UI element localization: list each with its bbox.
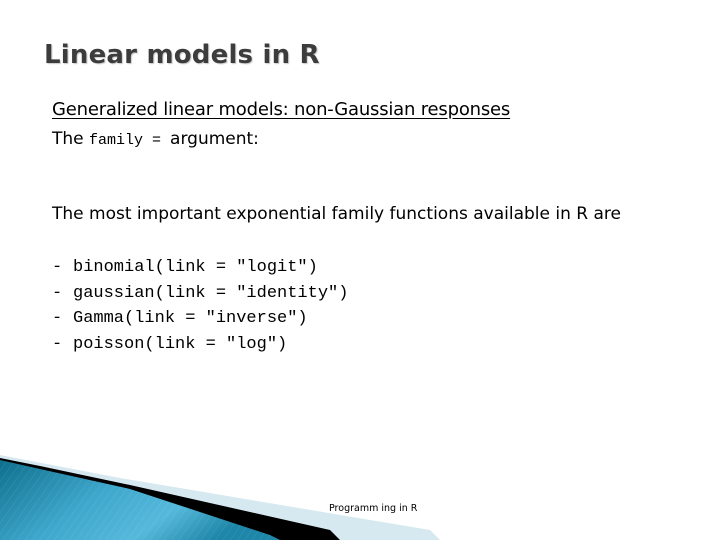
list-item: - Gamma(link = "inverse") [52,308,348,334]
intro-text: The most important exponential family fu… [52,204,621,224]
family-function: Gamma(link = "inverse") [73,309,308,328]
slide-title: Linear models in R [44,40,320,70]
list-item: - gaussian(link = "identity") [52,283,348,309]
list-item: - binomial(link = "logit") [52,257,348,283]
list-item: - poisson(link = "log") [52,334,348,360]
subheading: Generalized linear models: non-Gaussian … [52,99,511,120]
family-code: family = [89,132,171,149]
family-function-list: - binomial(link = "logit") - gaussian(link… [52,257,348,359]
family-function: gaussian(link = "identity") [73,283,349,303]
family-line-prefix: The [52,129,90,149]
dash-bullet: - [52,258,63,277]
dash-bullet: - [52,283,63,303]
dash-bullet: - [52,309,63,328]
family-function: poisson(link = "log") [73,334,288,354]
footer-text: Programm ing in R [329,503,418,514]
slide: Linear models in R Generalized linear mo… [0,0,720,540]
dash-bullet: - [52,334,63,354]
family-argument-line: The family = argument: [52,129,259,149]
family-function: binomial(link = "logit") [73,258,318,277]
family-line-suffix: argument: [170,129,259,149]
